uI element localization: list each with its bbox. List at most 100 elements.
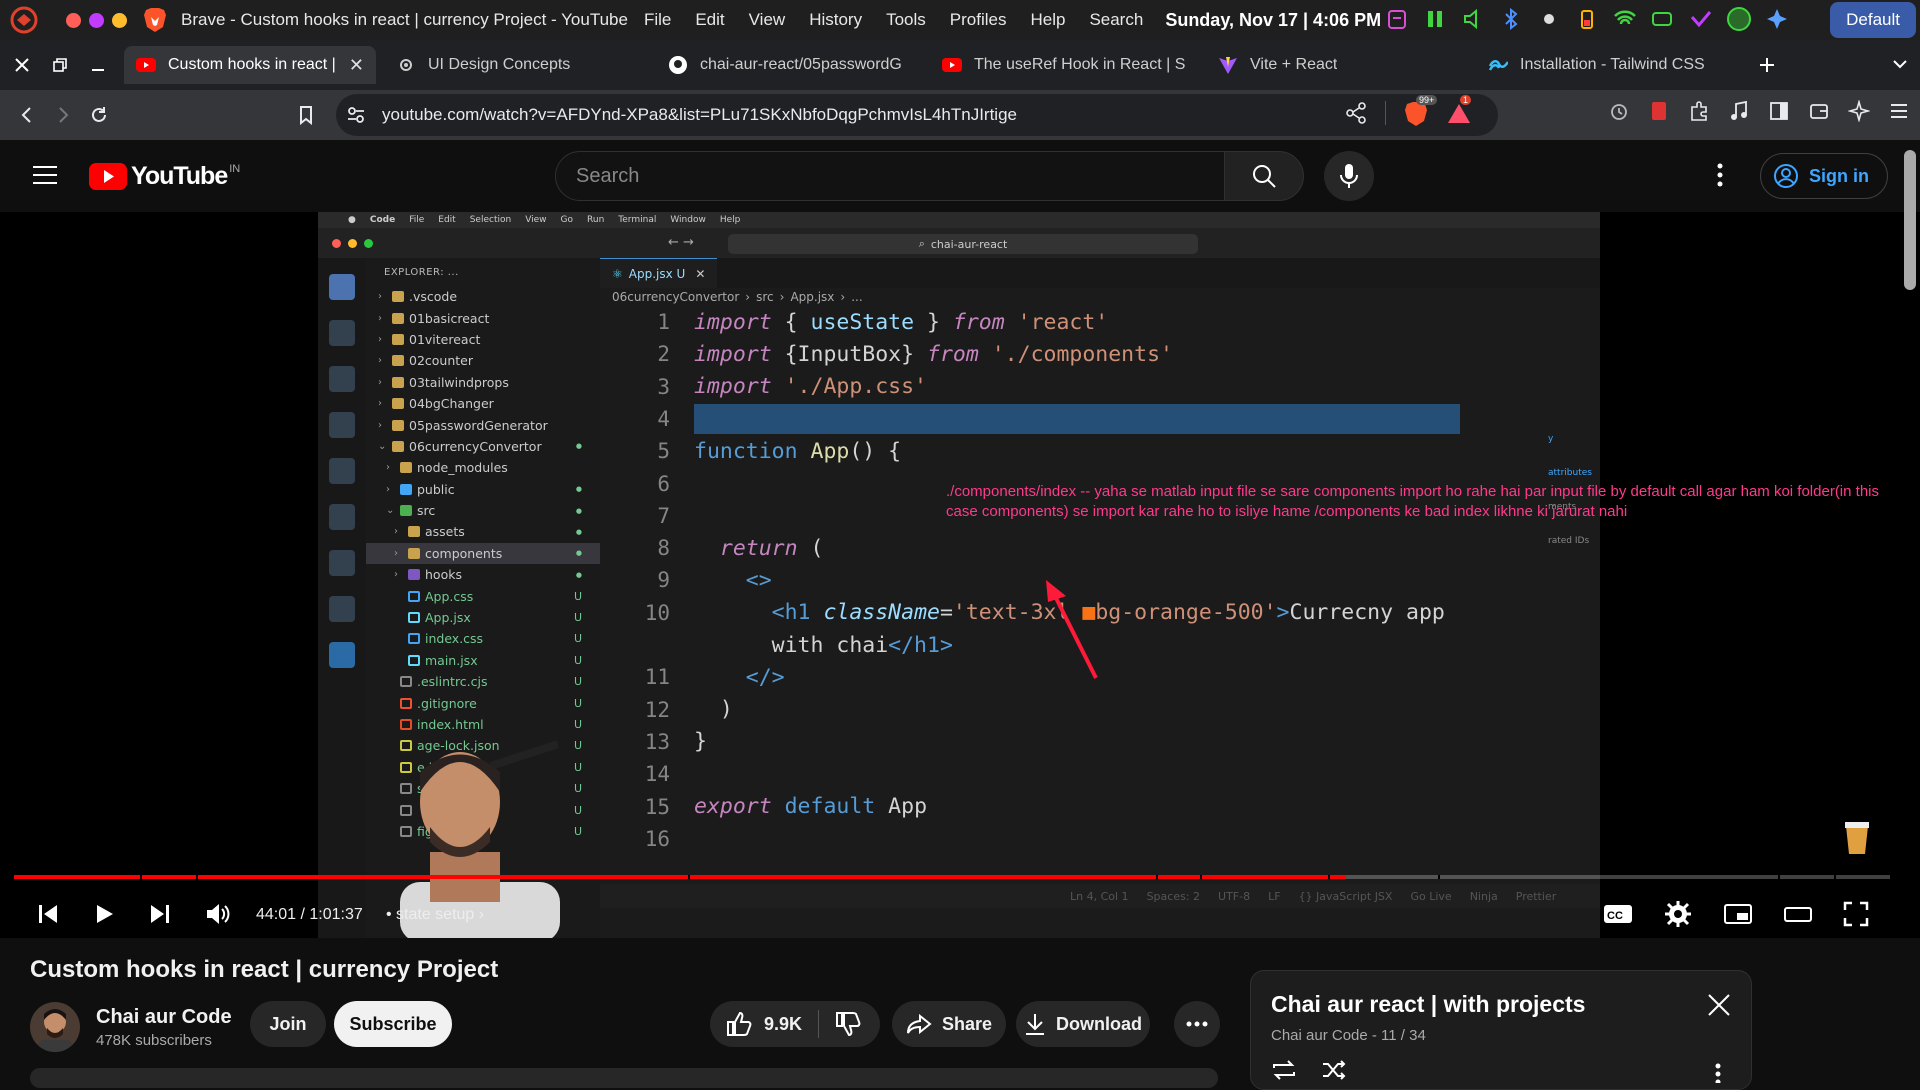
settings-gear-icon[interactable] xyxy=(1660,896,1696,932)
workspace-button[interactable]: Default xyxy=(1830,2,1916,38)
volume-icon[interactable] xyxy=(200,896,236,932)
fullscreen-icon[interactable] xyxy=(1838,896,1874,932)
extensions-toolbar xyxy=(1608,100,1910,122)
ai-sparkle-icon[interactable] xyxy=(1764,6,1790,32)
leo-ai-icon[interactable] xyxy=(1848,100,1870,122)
minimize-icon[interactable] xyxy=(90,57,106,73)
sign-in-button[interactable]: Sign in xyxy=(1760,153,1888,199)
menu-icon[interactable] xyxy=(1888,100,1910,122)
voice-search-button[interactable] xyxy=(1324,151,1374,201)
tab-useref[interactable]: The useRef Hook in React | S xyxy=(930,46,1206,84)
shuffle-icon[interactable] xyxy=(1321,1059,1347,1081)
download-button[interactable]: Download xyxy=(1016,1001,1150,1047)
description-box[interactable] xyxy=(30,1068,1218,1088)
address-bar[interactable]: youtube.com/watch?v=AFDYnd-XPa8&list=PLu… xyxy=(336,94,1498,136)
captions-icon[interactable]: CC xyxy=(1600,896,1636,932)
menu-file[interactable]: File xyxy=(644,10,671,30)
back-icon[interactable] xyxy=(12,100,42,130)
tab-title: Installation - Tailwind CSS xyxy=(1520,56,1705,73)
miniplayer-icon[interactable] xyxy=(1720,896,1756,932)
menu-edit[interactable]: Edit xyxy=(695,10,724,30)
share-icon[interactable] xyxy=(1345,101,1367,127)
bookmark-icon[interactable] xyxy=(291,100,321,130)
bluetooth-icon[interactable] xyxy=(1498,6,1524,32)
close-window-dot[interactable] xyxy=(66,12,81,28)
theater-mode-icon[interactable] xyxy=(1780,896,1816,932)
page-scrollbar[interactable] xyxy=(1904,150,1916,290)
battery-alert-icon[interactable] xyxy=(1574,6,1600,32)
code-line: 4 xyxy=(600,403,1540,435)
code-token: App xyxy=(875,794,928,819)
puzzle-icon[interactable] xyxy=(1688,100,1710,122)
youtube-logo[interactable]: YouTube IN xyxy=(89,162,240,191)
wifi-icon[interactable] xyxy=(1612,6,1638,32)
brightness-icon[interactable] xyxy=(1536,6,1562,32)
download-icon xyxy=(1024,1012,1046,1036)
tab-vite[interactable]: Vite + React xyxy=(1206,46,1476,84)
video-player[interactable]: ● Code File Edit Selection View Go Run T… xyxy=(0,212,1920,938)
tab-close-icon[interactable]: ✕ xyxy=(349,55,364,76)
previous-icon[interactable] xyxy=(30,896,66,932)
dislike-button[interactable] xyxy=(835,1011,861,1037)
channel-name[interactable]: Chai aur Code xyxy=(96,1006,232,1029)
menu-help[interactable]: Help xyxy=(1030,10,1065,30)
brave-shields-icon[interactable]: 99+ xyxy=(1404,95,1438,127)
site-info-icon[interactable] xyxy=(346,105,366,125)
menu-view[interactable]: View xyxy=(749,10,786,30)
like-button[interactable] xyxy=(726,1011,752,1037)
next-icon[interactable] xyxy=(142,896,178,932)
battery-icon[interactable] xyxy=(1650,6,1676,32)
loop-icon[interactable] xyxy=(1271,1059,1297,1081)
settings-kebab-icon[interactable] xyxy=(1716,162,1724,188)
chapter-title[interactable]: • state setup › xyxy=(386,906,484,924)
clock[interactable]: Sunday, Nov 17 | 4:06 PM xyxy=(1165,10,1381,31)
progress-bar[interactable] xyxy=(14,875,1890,879)
share-button[interactable]: Share xyxy=(892,1001,1006,1047)
reload-icon[interactable] xyxy=(84,100,114,130)
file-icon xyxy=(408,633,420,645)
hamburger-menu-icon[interactable] xyxy=(32,164,58,186)
url-text[interactable]: youtube.com/watch?v=AFDYnd-XPa8&list=PLu… xyxy=(382,105,1017,125)
search-button[interactable] xyxy=(1224,151,1304,201)
chapter-marker xyxy=(1834,875,1836,879)
chevron-down-icon[interactable] xyxy=(1892,56,1908,72)
maximize-window-dot[interactable] xyxy=(112,12,127,28)
calendar-icon[interactable] xyxy=(1384,6,1410,32)
playlist-title[interactable]: Chai aur react | with projects xyxy=(1271,991,1585,1018)
restore-icon[interactable] xyxy=(52,57,68,73)
bookmark-ext-icon[interactable] xyxy=(1648,100,1670,122)
music-icon[interactable] xyxy=(1728,100,1750,122)
system-logo-icon[interactable] xyxy=(10,6,38,34)
menu-history[interactable]: History xyxy=(809,10,862,30)
forward-icon[interactable] xyxy=(48,100,78,130)
subscribe-button[interactable]: Subscribe xyxy=(334,1001,452,1047)
check-icon[interactable] xyxy=(1688,6,1714,32)
tab-github[interactable]: chai-aur-react/05passwordG xyxy=(656,46,930,84)
play-icon[interactable] xyxy=(86,896,122,932)
join-button[interactable]: Join xyxy=(250,1001,326,1047)
volume-tray-icon[interactable] xyxy=(1460,6,1486,32)
app-menu: File Edit View History Tools Profiles He… xyxy=(644,10,1143,30)
more-actions-button[interactable] xyxy=(1174,1001,1220,1047)
avatar[interactable] xyxy=(30,1002,80,1052)
minimize-window-dot[interactable] xyxy=(89,12,104,28)
tab-ui-design[interactable]: UI Design Concepts xyxy=(384,46,656,84)
menu-tools[interactable]: Tools xyxy=(886,10,926,30)
menu-profiles[interactable]: Profiles xyxy=(950,10,1007,30)
pause-icon[interactable] xyxy=(1422,6,1448,32)
tab-tailwind[interactable]: Installation - Tailwind CSS xyxy=(1476,46,1748,84)
close-icon[interactable] xyxy=(14,57,30,73)
file-tree-label: node_modules xyxy=(417,460,508,476)
wallet-icon[interactable] xyxy=(1808,100,1830,122)
search-input[interactable] xyxy=(576,164,1224,188)
playlist-menu-icon[interactable] xyxy=(1715,1063,1721,1083)
brave-rewards-icon[interactable]: 1 xyxy=(1446,95,1472,127)
new-tab-icon[interactable] xyxy=(1758,56,1776,74)
system-tray xyxy=(1384,6,1790,32)
menu-search[interactable]: Search xyxy=(1089,10,1143,30)
profile-circle-icon[interactable] xyxy=(1726,6,1752,32)
sidebar-icon[interactable] xyxy=(1768,100,1790,122)
close-icon[interactable] xyxy=(1707,993,1731,1017)
alarm-icon[interactable] xyxy=(1608,100,1630,122)
tab-custom-hooks[interactable]: Custom hooks in react | c ✕ xyxy=(124,46,376,84)
